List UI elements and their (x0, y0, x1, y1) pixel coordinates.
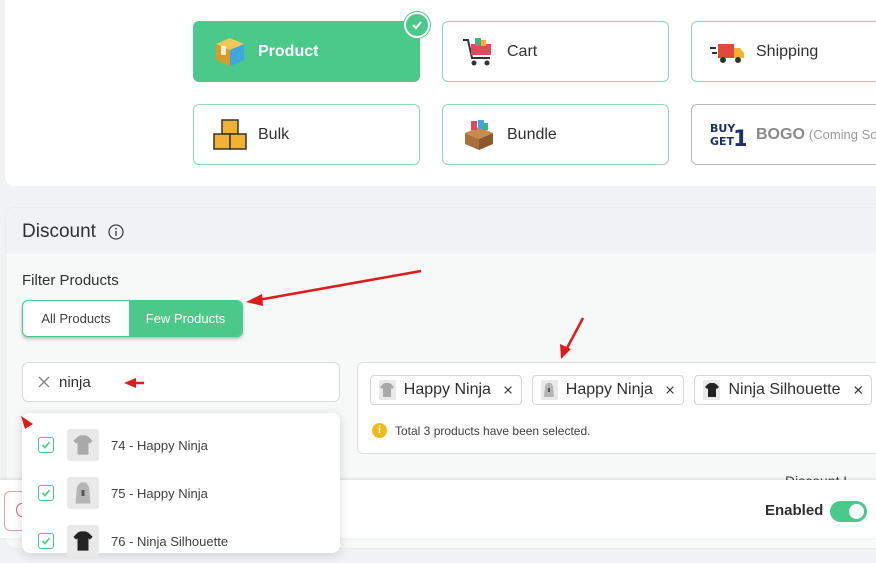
buy-get-1-icon: BUY GET 1 (710, 117, 748, 153)
checkbox[interactable] (38, 485, 54, 501)
selected-product-chip: Happy Ninja (532, 375, 684, 405)
remove-chip-icon[interactable] (853, 384, 863, 396)
result-label: 75 - Happy Ninja (111, 485, 208, 501)
clear-search-icon[interactable] (37, 375, 51, 389)
selected-products-box: Happy Ninja Happy Ninja Ninja Silhouette… (357, 362, 876, 454)
bundle-box-icon (461, 117, 497, 153)
filter-products-label: Filter Products (22, 272, 119, 289)
product-thumbnail (541, 380, 558, 400)
warning-info-icon: i (372, 423, 387, 438)
type-card-bulk[interactable]: Bulk (193, 104, 420, 165)
type-card-product[interactable]: Product (193, 12, 430, 82)
chip-label: Happy Ninja (403, 381, 491, 398)
selection-summary: i Total 3 products have been selected. (372, 423, 590, 438)
chip-label: Ninja Silhouette (728, 381, 841, 398)
product-thumbnail (703, 380, 721, 400)
coming-soon-note: (Coming Soo (808, 126, 876, 142)
filter-option-all-products[interactable]: All Products (23, 301, 129, 336)
product-thumbnail (379, 380, 396, 400)
info-icon[interactable] (108, 224, 124, 240)
search-results-dropdown: 74 - Happy Ninja 75 - Happy Ninja 76 - N… (22, 413, 340, 557)
type-card-cart[interactable]: Cart (442, 21, 669, 82)
toggle-knob (849, 504, 864, 519)
search-result-item[interactable]: 74 - Happy Ninja (22, 423, 340, 467)
product-search-input[interactable] (59, 373, 259, 391)
search-result-item[interactable]: 76 - Ninja Silhouette (22, 519, 340, 563)
remove-chip-icon[interactable] (665, 384, 675, 396)
total-selected-text: Total 3 products have been selected. (395, 423, 591, 438)
type-card-label: Product (258, 42, 319, 60)
type-card-bundle[interactable]: Bundle (442, 104, 669, 165)
selected-product-chip: Happy Ninja (370, 375, 522, 405)
product-search-field (22, 362, 340, 402)
svg-text:GET: GET (710, 135, 735, 148)
type-card-shipping[interactable]: Shipping (691, 21, 876, 82)
filter-products-toggle: All Products Few Products (22, 300, 243, 337)
type-card-label: Shipping (756, 42, 819, 60)
stacked-boxes-icon (212, 117, 248, 153)
selected-product-chip: Ninja Silhouette (694, 375, 872, 405)
discount-header: Discount (6, 208, 876, 254)
product-box-icon (212, 34, 248, 70)
type-card-label: BOGO(Coming Soo (756, 126, 876, 144)
type-card-label: Bundle (507, 125, 557, 143)
svg-text:1: 1 (733, 127, 746, 152)
filter-option-few-products[interactable]: Few Products (129, 301, 242, 336)
remove-chip-icon[interactable] (503, 384, 513, 396)
chip-label: Happy Ninja (565, 381, 653, 398)
result-label: 74 - Happy Ninja (111, 437, 208, 453)
type-card-bogo: BUY GET 1 BOGO(Coming Soo (691, 104, 876, 165)
type-card-label: Cart (507, 42, 538, 60)
discount-title: Discount (22, 221, 96, 242)
checkbox[interactable] (38, 533, 54, 549)
enabled-toggle[interactable] (830, 501, 867, 522)
delivery-truck-icon (710, 34, 746, 70)
selected-check-icon (404, 12, 430, 38)
result-label: 76 - Ninja Silhouette (111, 533, 229, 549)
product-thumbnail (67, 525, 99, 557)
type-card-label: Bulk (258, 125, 290, 143)
enabled-label: Enabled (765, 502, 824, 519)
search-result-item[interactable]: 75 - Happy Ninja (22, 471, 340, 515)
product-thumbnail (67, 429, 99, 461)
shopping-cart-icon (461, 34, 497, 70)
checkbox[interactable] (38, 437, 54, 453)
product-thumbnail (67, 477, 99, 509)
